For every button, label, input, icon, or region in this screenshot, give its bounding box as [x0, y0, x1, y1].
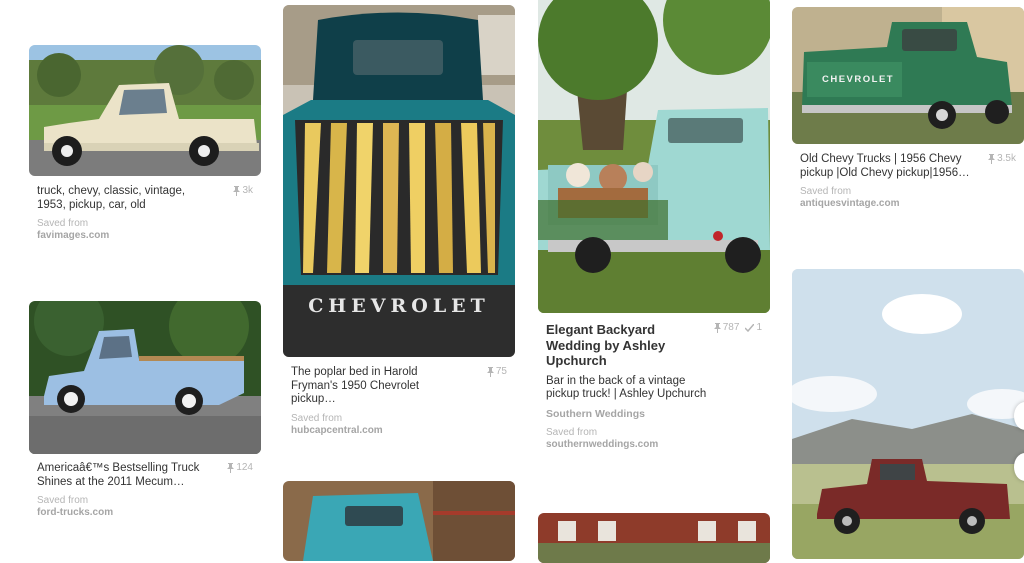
blue-pickup-photo	[29, 301, 261, 454]
repin-count: 75	[495, 366, 507, 377]
repin-count: 787	[722, 322, 740, 333]
pin-card[interactable]	[792, 269, 1024, 559]
source-domain-link[interactable]: favimages.com	[37, 230, 253, 242]
pin-description: Americaâ€™s Bestselling Truck Shines at …	[37, 462, 200, 488]
pin-stats: 75	[486, 366, 507, 377]
repin-count: 124	[236, 462, 253, 473]
source-domain-link[interactable]: hubcapcentral.com	[291, 425, 507, 437]
like-count: 1	[756, 322, 762, 333]
repin-count: 3.5k	[997, 153, 1016, 164]
pushpin-icon	[486, 366, 494, 377]
pin-image[interactable]	[29, 301, 261, 454]
pin-stats: 3.5k	[988, 153, 1016, 164]
pin-image[interactable]	[283, 481, 515, 561]
pushpin-icon	[227, 462, 235, 473]
saved-from-label: Saved from	[291, 412, 343, 424]
saved-from-label: Saved from	[546, 426, 598, 438]
pin-image[interactable]	[792, 269, 1024, 559]
teal-truck-photo	[283, 481, 515, 561]
pin-image[interactable]	[29, 45, 261, 176]
pin-card[interactable]: Elegant Backyard Wedding by Ashley Upchu…	[538, 0, 770, 451]
source-domain-link[interactable]: antiquesvintage.com	[800, 198, 1016, 210]
pin-stats: 787 1	[713, 322, 762, 333]
pin-description: Old Chevy Trucks | 1956 Chevy pickup |Ol…	[800, 153, 970, 179]
pin-image[interactable]: CHEVROLET	[283, 5, 515, 357]
pin-card[interactable]: CHEVROLET The poplar bed in Harold Fryma…	[283, 5, 515, 437]
source-domain-link[interactable]: southernweddings.com	[546, 439, 762, 451]
pin-stats: 3k	[233, 185, 253, 196]
repin-count: 3k	[242, 185, 253, 196]
pin-card[interactable]	[538, 513, 770, 563]
saved-from-label: Saved from	[800, 186, 852, 197]
pin-card[interactable]: truck, chevy, classic, vintage, 1953, pi…	[29, 45, 261, 242]
pin-card[interactable]	[283, 481, 515, 561]
brick-house-photo	[538, 513, 770, 563]
pushpin-icon	[713, 322, 721, 333]
source-domain-link[interactable]: ford-trucks.com	[37, 507, 253, 519]
cream-pickup-photo	[29, 45, 261, 176]
check-icon	[745, 323, 755, 332]
pin-image[interactable]: CHEVROLET	[792, 7, 1024, 144]
saved-from-label: Saved from	[37, 495, 89, 506]
pin-card[interactable]: Americaâ€™s Bestselling Truck Shines at …	[29, 301, 261, 519]
pushpin-icon	[233, 185, 241, 196]
pin-card[interactable]: CHEVROLET Old Chevy Trucks | 1956 Chevy …	[792, 7, 1024, 210]
saved-from-label: Saved from	[37, 218, 89, 229]
tailgate-lettering: CHEVROLET	[308, 295, 490, 317]
wedding-truck-photo	[538, 0, 770, 313]
pin-description: The poplar bed in Harold Fryman's 1950 C…	[291, 366, 420, 405]
pin-description: Bar in the back of a vintage pickup truc…	[546, 374, 707, 401]
pin-description: truck, chevy, classic, vintage, 1953, pi…	[37, 185, 186, 211]
pin-image[interactable]	[538, 0, 770, 313]
pushpin-icon	[988, 153, 996, 164]
tailgate-lettering: CHEVROLET	[822, 74, 895, 85]
pin-stats: 124	[227, 462, 253, 473]
board-name-link[interactable]: Southern Weddings	[546, 408, 762, 420]
red-pickup-desert-photo	[792, 269, 1024, 559]
pin-image[interactable]	[538, 513, 770, 563]
